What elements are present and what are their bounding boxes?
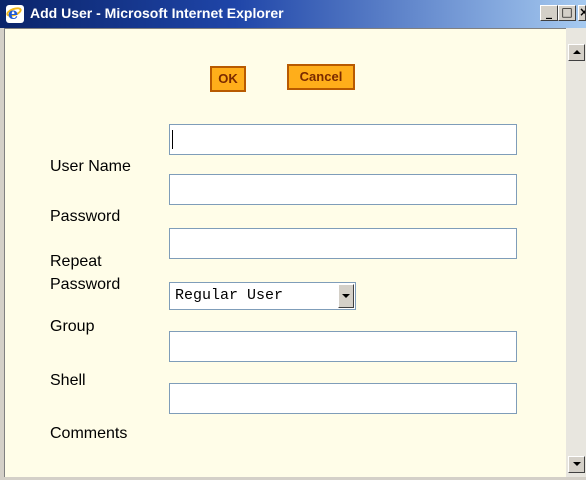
- shell-label: Shell: [50, 372, 86, 389]
- ok-button[interactable]: OK: [210, 66, 246, 92]
- password-input[interactable]: [169, 174, 517, 205]
- close-button[interactable]: ×: [578, 5, 586, 21]
- repeat-password-label-line1: Repeat: [50, 253, 102, 270]
- group-selected-value: Regular User: [175, 287, 284, 304]
- comments-input[interactable]: [169, 383, 517, 414]
- window-title: Add User - Microsoft Internet Explorer: [30, 5, 284, 21]
- username-label: User Name: [50, 158, 131, 175]
- text-caret: [172, 130, 173, 149]
- cancel-button[interactable]: Cancel: [287, 64, 355, 90]
- repeat-password-input[interactable]: [169, 228, 517, 259]
- scroll-up-arrow-icon: [573, 50, 581, 54]
- shell-input[interactable]: [169, 331, 517, 362]
- dropdown-button[interactable]: [338, 284, 354, 308]
- scroll-down-button[interactable]: [568, 456, 585, 473]
- comments-label: Comments: [50, 425, 128, 442]
- browser-window: e Add User - Microsoft Internet Explorer…: [0, 0, 586, 480]
- password-label: Password: [50, 208, 121, 225]
- internet-explorer-icon[interactable]: e: [5, 4, 24, 23]
- maximize-button[interactable]: □: [558, 5, 576, 21]
- scroll-up-button[interactable]: [568, 44, 585, 61]
- username-input[interactable]: [169, 124, 517, 155]
- title-bar[interactable]: e Add User - Microsoft Internet Explorer…: [0, 0, 586, 28]
- repeat-password-label-line2: Password: [50, 276, 121, 293]
- scroll-down-arrow-icon: [573, 462, 581, 466]
- chevron-down-icon: [342, 294, 350, 298]
- vertical-scrollbar[interactable]: [566, 28, 586, 477]
- minimize-button[interactable]: _: [540, 5, 558, 21]
- group-label: Group: [50, 318, 95, 335]
- group-select[interactable]: Regular User: [169, 282, 356, 310]
